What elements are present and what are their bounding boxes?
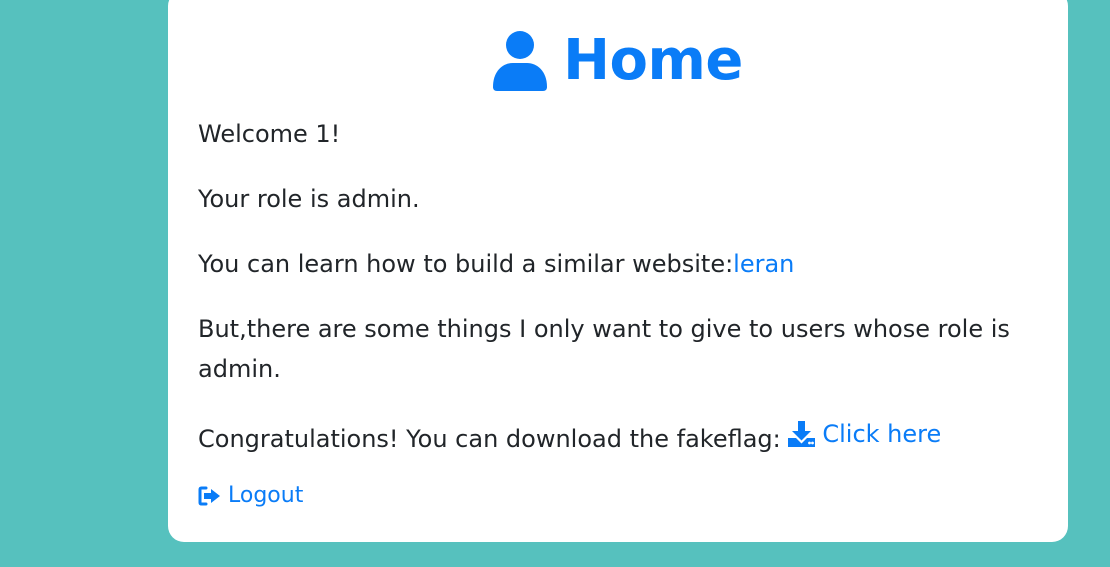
page-header: Home <box>168 28 1068 94</box>
download-link[interactable]: Click here <box>788 414 941 454</box>
role-text: Your role is admin. <box>198 185 420 213</box>
download-icon <box>788 421 816 447</box>
page-title: Home <box>563 28 743 93</box>
learn-link[interactable]: leran <box>733 250 794 278</box>
home-card: Home Welcome 1! Your role is admin. You … <box>168 0 1068 542</box>
user-icon <box>493 31 548 91</box>
congrats-paragraph: Congratulations! You can download the fa… <box>198 414 1028 459</box>
learn-text: You can learn how to build a similar web… <box>198 250 734 278</box>
congrats-text: Congratulations! You can download the fa… <box>198 425 789 453</box>
logout-label: Logout <box>228 483 304 508</box>
learn-paragraph: You can learn how to build a similar web… <box>198 244 1028 284</box>
welcome-text: Welcome 1! <box>198 120 341 148</box>
logout-link[interactable]: Logout <box>198 478 303 514</box>
sign-out-icon <box>198 486 220 506</box>
admin-note-text: But,there are some things I only want to… <box>198 315 1010 383</box>
download-link-label: Click here <box>822 420 942 448</box>
